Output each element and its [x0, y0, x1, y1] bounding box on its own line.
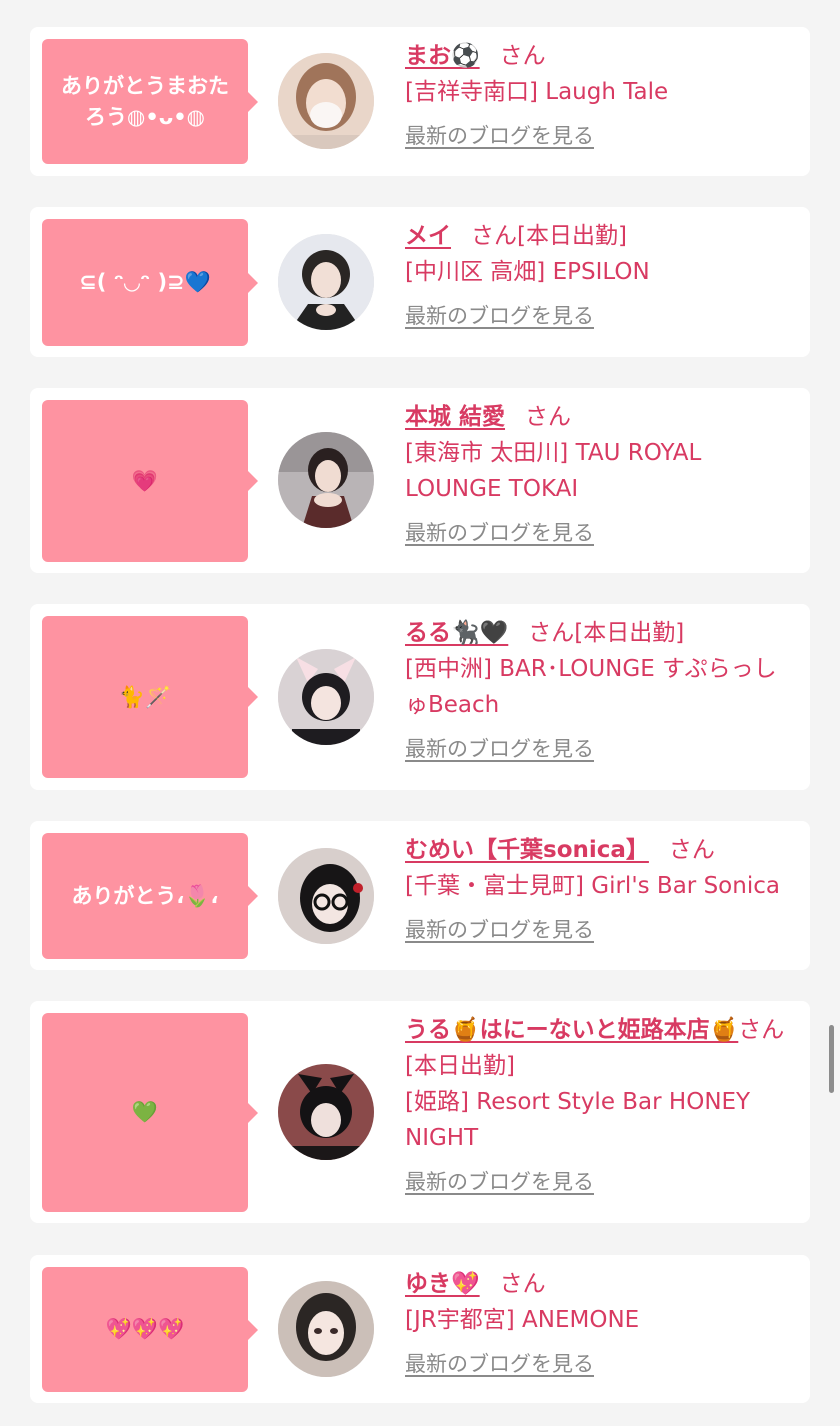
- status-badge: [本日出勤]: [517, 223, 627, 249]
- message-bubble: 💖💖💖: [42, 1267, 258, 1392]
- card-info: うる🍯はにーないと姫路本店🍯さん [本日出勤] [姫路] Resort Style…: [405, 1012, 797, 1196]
- avatar[interactable]: [278, 848, 374, 944]
- name-line: まお⚽️ さん: [405, 38, 797, 74]
- avatar[interactable]: [278, 234, 374, 330]
- status-badge: [本日出勤]: [574, 620, 685, 646]
- card-info: 本城 結愛 さん [東海市 太田川] TAU ROYAL LOUNGE TOKAI…: [405, 399, 797, 547]
- shop-name: [吉祥寺南口] Laugh Tale: [405, 79, 669, 105]
- message-text: 💗: [131, 468, 159, 493]
- latest-blog-link[interactable]: 最新のブログを見る: [405, 1350, 594, 1378]
- cast-name-link[interactable]: うる🍯はにーないと姫路本店🍯: [405, 1017, 738, 1043]
- list-item: 💖💖💖 ゆき💖 さん [JR宇都宮] ANEMONE 最新のブログを見る: [30, 1255, 810, 1403]
- honorific: さん: [499, 43, 546, 69]
- name-line: メイ さん[本日出勤]: [405, 218, 797, 254]
- avatar[interactable]: [278, 53, 374, 149]
- list-item: ありがとう،🌷، むめい【千葉sonica】 さん [千葉・富士見町] Girl'…: [30, 821, 810, 970]
- honorific: さん: [499, 1271, 546, 1297]
- latest-blog-link[interactable]: 最新のブログを見る: [405, 302, 594, 330]
- shop-name: [姫路] Resort Style Bar HONEY NIGHT: [405, 1089, 751, 1151]
- message-text: 💖💖💖: [105, 1317, 185, 1341]
- card-info: ゆき💖 さん [JR宇都宮] ANEMONE 最新のブログを見る: [405, 1266, 797, 1378]
- avatar[interactable]: [278, 1064, 374, 1160]
- avatar[interactable]: [278, 649, 374, 745]
- list-item: ありがとうまおたろう◍•ᴗ•◍ まお⚽️ さん [吉祥寺南口] Laugh Tal…: [30, 27, 810, 176]
- honorific: さん: [471, 223, 517, 249]
- name-line: うる🍯はにーないと姫路本店🍯さん [本日出勤]: [405, 1012, 797, 1084]
- list-item: ⊆( ᵔ◡ᵔ )⊇💙 メイ さん[本日出勤] [中川区 高畑] EPSILON 最…: [30, 207, 810, 357]
- avatar[interactable]: [278, 1281, 374, 1377]
- cast-name-link[interactable]: まお⚽️: [405, 43, 480, 69]
- latest-blog-link[interactable]: 最新のブログを見る: [405, 735, 594, 763]
- name-line: るる🐈‍⬛🖤 さん[本日出勤]: [405, 615, 797, 651]
- message-text: ありがとう،🌷،: [71, 883, 219, 908]
- cast-name-link[interactable]: ゆき💖: [405, 1271, 480, 1297]
- latest-blog-link[interactable]: 最新のブログを見る: [405, 122, 594, 150]
- message-text: 💚: [131, 1100, 159, 1124]
- name-line: むめい【千葉sonica】 さん: [405, 832, 797, 868]
- list-item: 🐈🪄 るる🐈‍⬛🖤 さん[本日出勤] [西中洲] BAR･LOUNGE すぷらっし…: [30, 604, 810, 790]
- card-info: まお⚽️ さん [吉祥寺南口] Laugh Tale 最新のブログを見る: [405, 38, 797, 150]
- card-info: むめい【千葉sonica】 さん [千葉・富士見町] Girl's Bar Son…: [405, 832, 797, 944]
- latest-blog-link[interactable]: 最新のブログを見る: [405, 519, 594, 547]
- cast-name-link[interactable]: 本城 結愛: [405, 404, 505, 430]
- message-text: 🐈🪄: [118, 684, 172, 709]
- cast-name-link[interactable]: るる🐈‍⬛🖤: [405, 620, 508, 646]
- shop-name: [中川区 高畑] EPSILON: [405, 259, 650, 285]
- name-line: 本城 結愛 さん: [405, 399, 797, 435]
- message-bubble: 🐈🪄: [42, 616, 258, 778]
- cast-name-link[interactable]: メイ: [405, 223, 451, 249]
- shop-name: [JR宇都宮] ANEMONE: [405, 1307, 640, 1333]
- latest-blog-link[interactable]: 最新のブログを見る: [405, 916, 594, 944]
- avatar[interactable]: [278, 432, 374, 528]
- message-text: ⊆( ᵔ◡ᵔ )⊇💙: [79, 270, 211, 294]
- message-list: ありがとうまおたろう◍•ᴗ•◍ まお⚽️ さん [吉祥寺南口] Laugh Tal…: [0, 0, 840, 1426]
- honorific: さん: [525, 404, 572, 430]
- honorific: さん: [528, 620, 575, 646]
- message-bubble: ありがとうまおたろう◍•ᴗ•◍: [42, 39, 258, 164]
- name-line: ゆき💖 さん: [405, 1266, 797, 1302]
- message-bubble: 💗: [42, 400, 258, 562]
- message-bubble: ありがとう،🌷،: [42, 833, 258, 959]
- list-item: 💚 うる🍯はにーないと姫路本店🍯さん [本日出勤] [姫路] Resort Sty…: [30, 1001, 810, 1223]
- scrollbar[interactable]: [829, 1025, 834, 1093]
- message-bubble: 💚: [42, 1013, 258, 1212]
- shop-name: [東海市 太田川] TAU ROYAL LOUNGE TOKAI: [405, 440, 702, 502]
- latest-blog-link[interactable]: 最新のブログを見る: [405, 1168, 594, 1196]
- status-badge: [本日出勤]: [405, 1053, 515, 1079]
- honorific: さん: [738, 1017, 785, 1043]
- honorific: さん: [668, 837, 715, 863]
- shop-name: [千葉・富士見町] Girl's Bar Sonica: [405, 873, 780, 899]
- message-text: ありがとうまおたろう◍•ᴗ•◍: [61, 73, 229, 129]
- card-info: るる🐈‍⬛🖤 さん[本日出勤] [西中洲] BAR･LOUNGE すぷらっしゅBe…: [405, 615, 797, 763]
- list-item: 💗 本城 結愛 さん [東海市 太田川] TAU ROYAL LOUNGE TOK…: [30, 388, 810, 573]
- card-info: メイ さん[本日出勤] [中川区 高畑] EPSILON 最新のブログを見る: [405, 218, 797, 330]
- shop-name: [西中洲] BAR･LOUNGE すぷらっしゅBeach: [405, 656, 777, 718]
- cast-name-link[interactable]: むめい【千葉sonica】: [405, 837, 649, 863]
- message-bubble: ⊆( ᵔ◡ᵔ )⊇💙: [42, 219, 258, 346]
